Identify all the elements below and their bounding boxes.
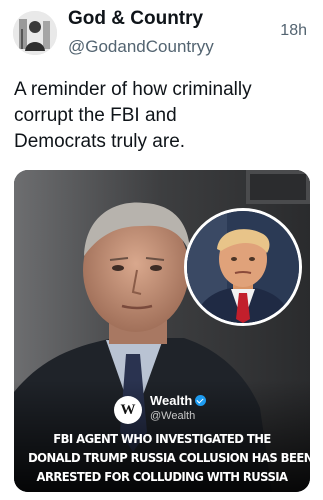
avatar[interactable] <box>13 11 57 55</box>
avatar-image <box>13 11 57 55</box>
inset-portrait <box>184 208 302 326</box>
wealth-logo-icon: W <box>114 396 142 424</box>
display-name[interactable]: God & Country <box>68 8 203 30</box>
post-timestamp[interactable]: 18h <box>280 22 307 40</box>
post-text: A reminder of how criminally corrupt the… <box>14 79 252 152</box>
headline: FBI AGENT WHO INVESTIGATED THE DONALD TR… <box>18 429 310 486</box>
post-media-image[interactable]: W Wealth @Wealth FBI AGENT WHO INVESTIGA… <box>14 170 310 492</box>
post-header: God & Country @GodandCountryy 18h <box>0 0 323 70</box>
brand-handle: @Wealth <box>150 410 196 422</box>
user-handle[interactable]: @GodandCountryy <box>68 37 214 57</box>
headline-line: DONALD TRUMP RUSSIA COLLUSION HAS BEEN <box>28 450 310 465</box>
verified-badge-icon <box>195 395 207 406</box>
headline-line: FBI AGENT WHO INVESTIGATED THE <box>53 431 271 446</box>
brand-name-row: Wealth <box>150 393 207 408</box>
inset-portrait-image <box>187 211 299 323</box>
brand-name: Wealth <box>150 393 193 408</box>
headline-line: ARRESTED FOR COLLUDING WITH RUSSIA <box>36 469 289 484</box>
